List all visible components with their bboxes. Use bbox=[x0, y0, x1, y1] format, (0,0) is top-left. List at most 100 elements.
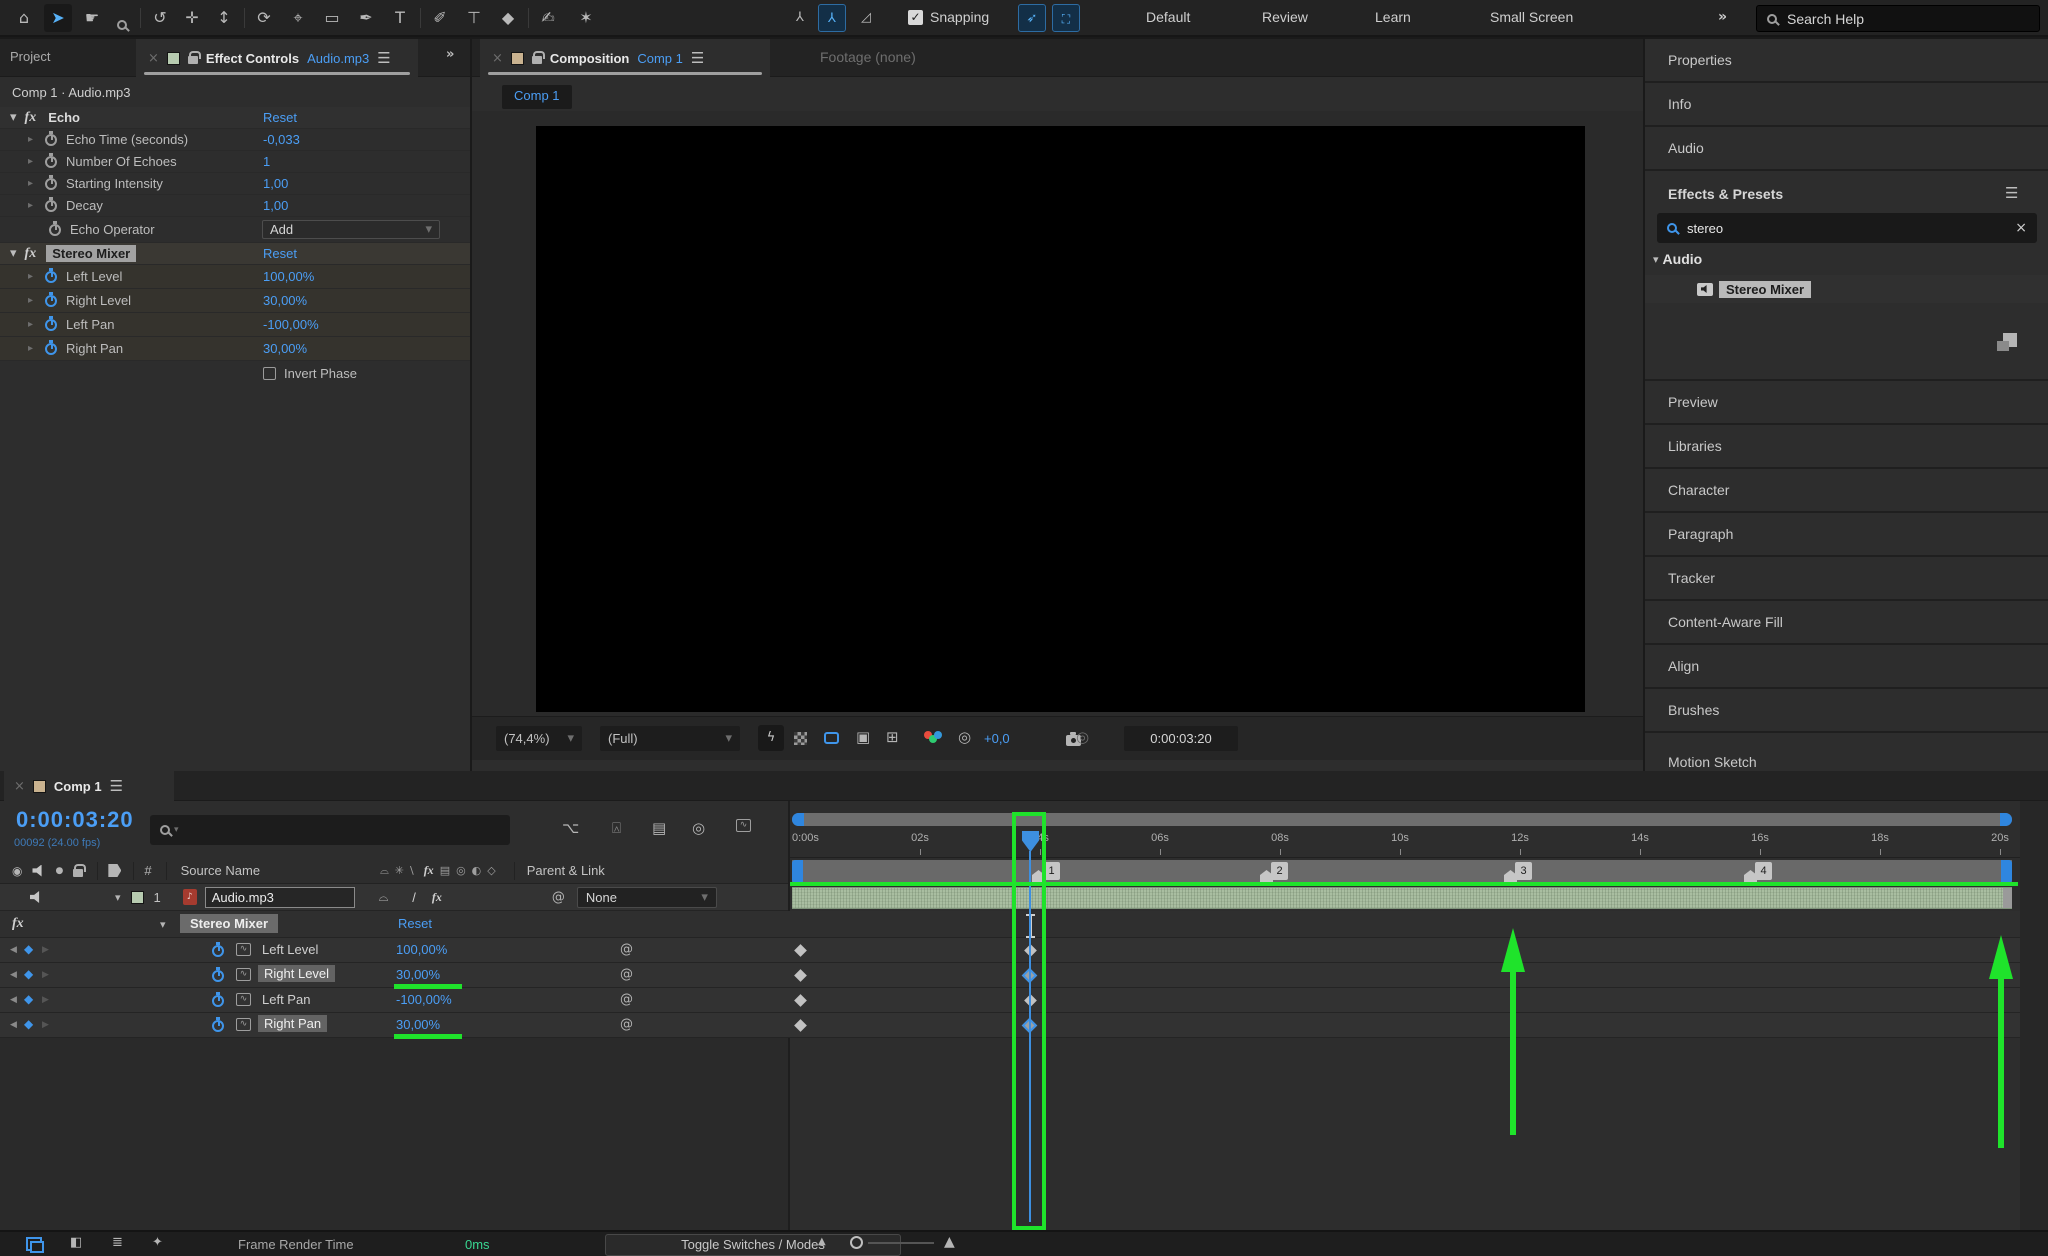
time-ruler[interactable]: 0:00s 02s 04s 06s 08s 10s 12s 14s 16s 18… bbox=[790, 828, 2048, 858]
stopwatch-icon[interactable] bbox=[45, 178, 57, 190]
stopwatch-keyframed-icon[interactable] bbox=[45, 271, 57, 283]
panel-motion-sketch[interactable]: Motion Sketch bbox=[1645, 737, 2048, 771]
chevron-down-icon[interactable]: ▾ bbox=[160, 918, 166, 931]
panel-audio[interactable]: Audio bbox=[1645, 127, 2048, 171]
selection-tool-icon[interactable]: ➤ bbox=[44, 4, 72, 32]
view-layout-icon[interactable]: ⊞ bbox=[886, 728, 899, 746]
expand-icon[interactable]: ▸ bbox=[28, 156, 33, 167]
effect-result-row[interactable]: Stereo Mixer bbox=[1645, 275, 2048, 303]
param-value[interactable]: 1,00 bbox=[263, 198, 288, 213]
stopwatch-icon[interactable] bbox=[45, 200, 57, 212]
keyframe[interactable] bbox=[794, 944, 807, 957]
panel-properties[interactable]: Properties bbox=[1645, 39, 2048, 83]
brush-tool-icon[interactable]: ✐ bbox=[426, 4, 454, 32]
current-timecode[interactable]: 0:00:03:20 bbox=[16, 807, 134, 833]
stopwatch-keyframed-icon[interactable] bbox=[45, 295, 57, 307]
param-row[interactable]: ▸ Decay 1,00 bbox=[0, 195, 470, 217]
property-value[interactable]: 30,00% bbox=[396, 1017, 440, 1032]
param-value[interactable]: 100,00% bbox=[263, 269, 314, 284]
layer-expand-chevron-icon[interactable]: ▾ bbox=[115, 891, 121, 904]
layer-quality-icon[interactable]: / bbox=[412, 890, 416, 905]
playhead-line[interactable] bbox=[1029, 851, 1031, 1222]
panel-menu-icon[interactable]: ☰ bbox=[377, 49, 390, 67]
pin-tool-c-icon[interactable]: ◿ bbox=[852, 4, 880, 32]
type-tool-icon[interactable]: T bbox=[386, 4, 414, 32]
pickwhip-icon[interactable]: @ bbox=[620, 1017, 633, 1032]
snap-bounds-icon[interactable]: ⛶ bbox=[1052, 4, 1080, 32]
solo-column-icon[interactable]: ● bbox=[55, 866, 63, 876]
panel-libraries[interactable]: Libraries bbox=[1645, 425, 2048, 469]
expand-icon[interactable]: ▸ bbox=[28, 319, 33, 330]
tab-effect-controls[interactable]: × Effect Controls Audio.mp3 ☰ bbox=[136, 39, 418, 77]
frame-blending-icon[interactable]: ▤ bbox=[652, 819, 666, 837]
param-value[interactable]: 30,00% bbox=[263, 293, 307, 308]
overflow-icon[interactable]: » bbox=[446, 47, 454, 62]
channel-settings-icon[interactable] bbox=[924, 731, 942, 744]
stereo-mixer-effect-header[interactable]: ▾ fx Stereo Mixer Reset bbox=[0, 243, 470, 265]
layer-audio-on-icon[interactable] bbox=[30, 891, 43, 903]
panel-brushes[interactable]: Brushes bbox=[1645, 689, 2048, 733]
layer-fx-icon[interactable]: fx bbox=[432, 890, 442, 905]
zoom-tool-icon[interactable] bbox=[108, 4, 136, 32]
home-icon[interactable]: ⌂ bbox=[10, 4, 38, 32]
stopwatch-keyframed-icon[interactable] bbox=[45, 319, 57, 331]
work-area-bar[interactable] bbox=[792, 860, 2012, 883]
echo-effect-name[interactable]: Echo bbox=[48, 110, 80, 125]
graph-icon[interactable]: ∿ bbox=[236, 993, 251, 1006]
workspace-default[interactable]: Default bbox=[1146, 9, 1190, 25]
work-area-start-handle[interactable] bbox=[792, 860, 803, 883]
audio-column-speaker-icon[interactable] bbox=[32, 865, 45, 877]
timeline-zoom-track[interactable] bbox=[868, 1242, 934, 1244]
param-row[interactable]: ▸ Right Level 30,00% bbox=[0, 289, 470, 313]
chevron-down-icon[interactable]: ▾ bbox=[10, 110, 17, 125]
pickwhip-icon[interactable]: @ bbox=[620, 992, 633, 1007]
mask-visibility-icon[interactable]: ▣ bbox=[856, 728, 870, 746]
draft-3d-icon[interactable]: ⍓ bbox=[612, 819, 621, 837]
composition-breadcrumb[interactable]: Comp 1 bbox=[502, 85, 572, 109]
pen-tool-icon[interactable]: ✒ bbox=[352, 4, 380, 32]
puppet-pin-tool-icon[interactable]: ✶ bbox=[572, 4, 600, 32]
next-keyframe-icon[interactable]: ▶ bbox=[42, 1020, 49, 1030]
effect-name-chip[interactable]: Stereo Mixer bbox=[180, 914, 278, 933]
prev-keyframe-icon[interactable]: ◀ bbox=[10, 970, 17, 980]
close-icon[interactable]: × bbox=[148, 51, 159, 66]
param-row[interactable]: ▸ Number Of Echoes 1 bbox=[0, 151, 470, 173]
stopwatch-icon[interactable] bbox=[45, 156, 57, 168]
next-keyframe-icon[interactable]: ▶ bbox=[42, 970, 49, 980]
tab-composition[interactable]: × Composition Comp 1 ☰ bbox=[480, 39, 770, 77]
graph-icon[interactable]: ∿ bbox=[236, 1018, 251, 1031]
dolly-camera-tool-icon[interactable]: ↕ bbox=[210, 4, 238, 32]
lock-column-icon[interactable] bbox=[73, 869, 83, 877]
stopwatch-icon[interactable] bbox=[45, 134, 57, 146]
stamp-tool-icon[interactable]: ⊤ bbox=[460, 4, 488, 32]
snap-arrow-icon[interactable]: ➶ bbox=[1018, 4, 1046, 32]
property-name[interactable]: Left Pan bbox=[262, 992, 310, 1007]
rotation-tool-icon[interactable]: ⟳ bbox=[250, 4, 278, 32]
magnification-dropdown[interactable]: (74,4%) ▾ bbox=[496, 726, 582, 751]
category-audio[interactable]: ▾ Audio bbox=[1653, 251, 1702, 267]
param-value[interactable]: -100,00% bbox=[263, 317, 319, 332]
clear-search-icon[interactable]: × bbox=[2015, 220, 2027, 236]
pin-tool-b-icon[interactable]: ⅄ bbox=[818, 4, 846, 32]
video-column-eye-icon[interactable]: ◉ bbox=[12, 864, 22, 878]
expand-icon[interactable]: ▸ bbox=[28, 134, 33, 145]
prev-keyframe-icon[interactable]: ◀ bbox=[10, 1020, 17, 1030]
effects-presets-title[interactable]: Effects & Presets bbox=[1668, 186, 1783, 202]
source-name-column[interactable]: Source Name bbox=[181, 863, 260, 878]
in-out-duration-pane-icon[interactable]: ≣ bbox=[112, 1235, 123, 1250]
effects-presets-search[interactable]: stereo × bbox=[1657, 213, 2037, 243]
search-help-box[interactable]: Search Help bbox=[1756, 5, 2040, 32]
panel-menu-icon[interactable]: ☰ bbox=[2005, 184, 2018, 202]
stopwatch-keyframed-icon[interactable] bbox=[212, 970, 224, 982]
stopwatch-keyframed-icon[interactable] bbox=[45, 343, 57, 355]
echo-effect-header[interactable]: ▾ fx Echo Reset bbox=[0, 107, 470, 129]
pan-camera-tool-icon[interactable]: ✛ bbox=[178, 4, 206, 32]
expand-icon[interactable]: ▸ bbox=[28, 343, 33, 354]
fast-previews-icon[interactable]: ϟ bbox=[758, 725, 784, 751]
fx-icon[interactable]: fx bbox=[12, 916, 24, 932]
prev-keyframe-icon[interactable]: ◀ bbox=[10, 995, 17, 1005]
keyframe-navigator-diamond-icon[interactable]: ◆ bbox=[24, 942, 33, 956]
effect-reset-link[interactable]: Reset bbox=[398, 916, 432, 931]
echo-operator-dropdown[interactable]: Add ▾ bbox=[262, 220, 440, 239]
comp-marker-1-number[interactable]: 1 bbox=[1043, 862, 1060, 880]
